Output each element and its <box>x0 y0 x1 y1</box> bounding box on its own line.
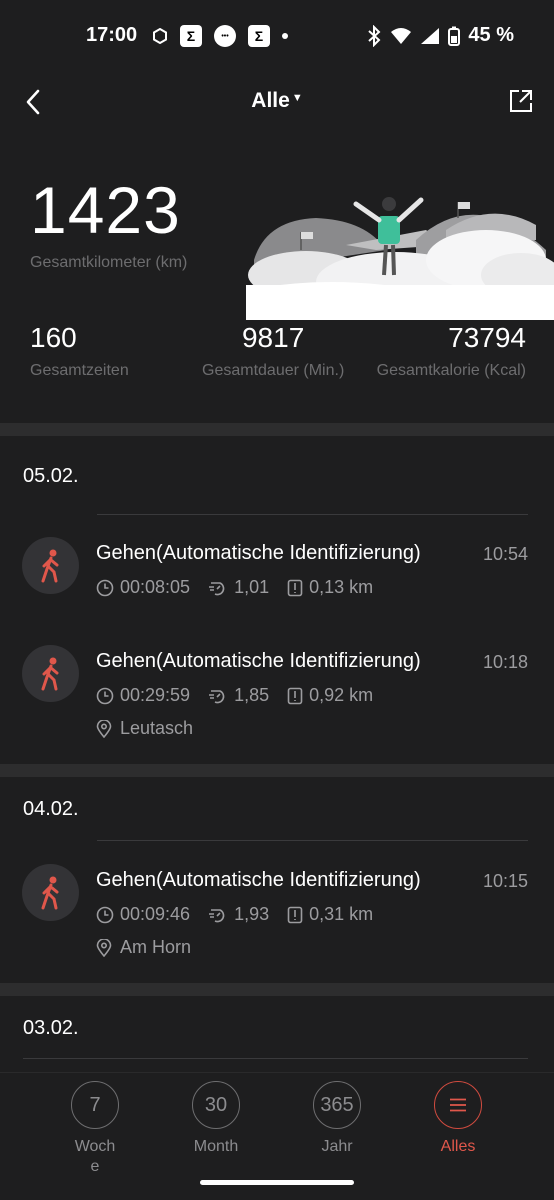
activity-duration: 00:08:05 <box>120 577 191 597</box>
section-divider <box>0 983 554 996</box>
activity-pace: 1,01 <box>234 577 270 597</box>
wifi-icon <box>391 27 412 44</box>
duration-value: 9817 <box>241 322 305 353</box>
activity-item[interactable]: Gehen(Automatische Identifizierung) 10:5… <box>0 530 554 622</box>
location-text: Am Horn <box>120 937 192 957</box>
more-notifications-dot <box>282 33 288 39</box>
sigma-app-icon-2: Σ <box>248 25 270 47</box>
distance-icon <box>287 687 303 704</box>
calories-label: Gesamtkalorie (Kcal) <box>376 362 526 379</box>
share-icon[interactable] <box>508 88 534 114</box>
app-badge-icon: ••• <box>214 25 236 47</box>
divider <box>97 514 528 515</box>
week-icon: 7 <box>71 1081 119 1129</box>
activity-duration: 00:09:46 <box>120 904 191 924</box>
activity-time: 10:54 <box>482 544 528 564</box>
location-pin-icon <box>96 719 112 738</box>
count-label: Gesamtzeiten <box>30 362 129 379</box>
month-icon: 30 <box>192 1081 240 1129</box>
activity-pace: 1,85 <box>234 685 270 705</box>
clock-icon <box>96 687 114 704</box>
date-header: 05.02. <box>23 465 79 487</box>
section-divider <box>0 423 554 436</box>
walking-icon <box>22 864 79 921</box>
sigma-app-icon: Σ <box>180 25 202 47</box>
notification-icons: Σ ••• Σ <box>152 25 288 47</box>
tab-label: Alles <box>440 1138 476 1155</box>
filter-dropdown[interactable]: Alle ▼ <box>0 89 554 113</box>
activity-name: Gehen(Automatische Identifizierung) <box>96 869 421 891</box>
app-hex-icon <box>153 28 167 44</box>
distance-icon <box>287 906 303 923</box>
battery-icon <box>448 26 461 46</box>
tab-label: Month <box>193 1138 239 1155</box>
year-icon: 365 <box>313 1081 361 1129</box>
date-header: 03.02. <box>23 1017 79 1039</box>
page-title: Alle <box>251 89 290 112</box>
walking-icon <box>22 645 79 702</box>
caret-down-icon: ▼ <box>291 92 303 104</box>
activity-location: Am Horn <box>96 937 191 958</box>
summary-panel: 1423 Gesamtkilometer (km) 160 Gesamtzeit… <box>0 132 554 422</box>
clock-icon <box>96 906 114 923</box>
total-km-value: 1423 <box>30 173 181 247</box>
activity-distance: 0,31 km <box>309 904 374 924</box>
activity-duration: 00:29:59 <box>120 685 191 705</box>
divider <box>97 840 528 841</box>
tab-all[interactable]: Alles <box>408 1081 508 1157</box>
activity-meta: 00:29:59 1,85 0,92 km <box>96 685 391 706</box>
activity-time: 10:15 <box>482 871 528 891</box>
tab-week[interactable]: 7 Woch e <box>45 1081 145 1177</box>
tab-label: Woch e <box>74 1138 116 1175</box>
activity-time: 10:18 <box>482 652 528 672</box>
activity-meta: 00:08:05 1,01 0,13 km <box>96 577 391 598</box>
date-header: 04.02. <box>23 798 79 820</box>
tab-month[interactable]: 30 Month <box>166 1081 266 1157</box>
stat-calories: 73794 Gesamtkalorie (Kcal) <box>377 322 526 380</box>
activity-location: Leutasch <box>96 718 193 739</box>
distance-icon <box>287 579 303 596</box>
top-nav: Alle ▼ <box>0 72 554 132</box>
status-time: 17:00 <box>86 24 138 46</box>
battery-percent: 45 % <box>468 24 514 46</box>
activity-distance: 0,92 km <box>309 685 374 705</box>
pace-icon <box>209 908 225 922</box>
activity-item[interactable]: Gehen(Automatische Identifizierung) 10:1… <box>0 857 554 967</box>
tab-label: Jahr <box>321 1138 353 1155</box>
status-bar: 17:00 Σ ••• Σ 45 % <box>0 0 554 72</box>
stat-duration: 9817 Gesamtdauer (Min.) <box>202 322 344 380</box>
location-pin-icon <box>96 938 112 957</box>
stat-count: 160 Gesamtzeiten <box>30 322 129 380</box>
clock-icon <box>96 579 114 596</box>
calories-value: 73794 <box>448 322 526 353</box>
bluetooth-icon <box>368 24 381 47</box>
pace-icon <box>209 581 225 595</box>
activity-distance: 0,13 km <box>309 577 374 597</box>
count-value: 160 <box>30 322 77 353</box>
total-km-label: Gesamtkilometer (km) <box>30 254 188 271</box>
activity-item[interactable]: Gehen(Automatische Identifizierung) 10:1… <box>0 638 554 748</box>
pace-icon <box>209 689 225 703</box>
home-indicator[interactable] <box>200 1180 354 1185</box>
menu-icon <box>434 1081 482 1129</box>
status-right: 45 % <box>366 24 514 47</box>
hiker-illustration <box>246 197 554 320</box>
tab-year[interactable]: 365 Jahr <box>287 1081 387 1157</box>
divider <box>23 1058 528 1059</box>
activity-pace: 1,93 <box>234 904 270 924</box>
section-divider <box>0 764 554 777</box>
location-text: Leutasch <box>120 718 194 738</box>
activity-name: Gehen(Automatische Identifizierung) <box>96 650 421 672</box>
duration-label: Gesamtdauer (Min.) <box>202 362 345 379</box>
activity-meta: 00:09:46 1,93 0,31 km <box>96 904 391 925</box>
walking-icon <box>22 537 79 594</box>
signal-icon <box>421 27 440 44</box>
activity-name: Gehen(Automatische Identifizierung) <box>96 542 421 564</box>
